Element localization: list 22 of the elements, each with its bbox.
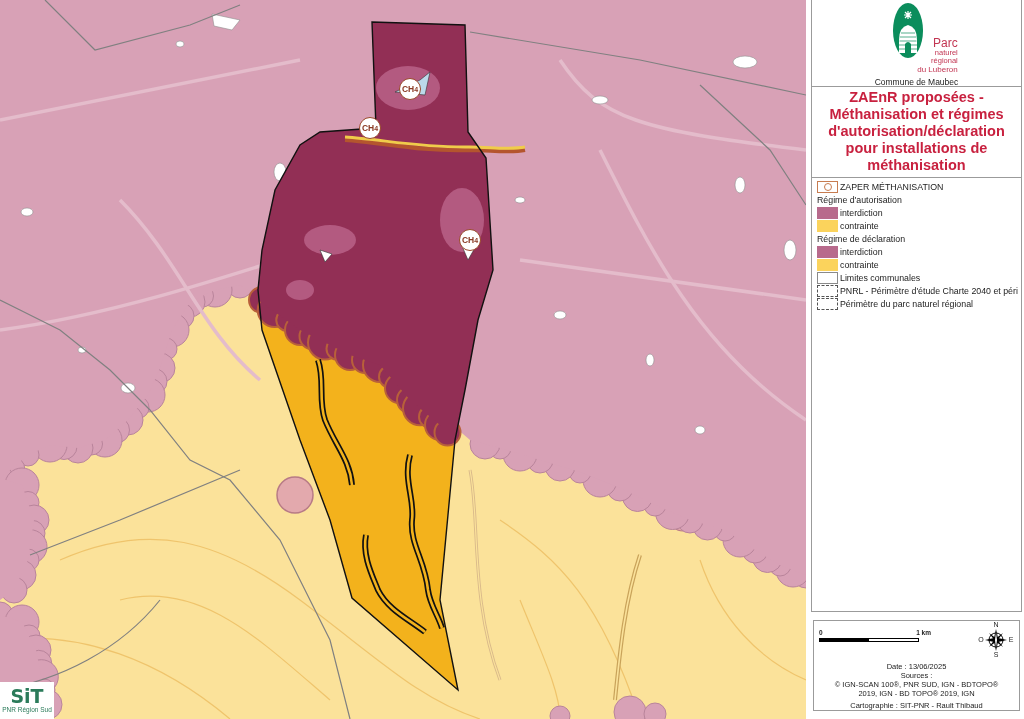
legend-heading: Régime de déclaration xyxy=(817,233,906,244)
legend-label: PNRL - Périmètre d'étude Charte 2040 et péri xyxy=(840,285,1018,296)
dashed-swatch-icon xyxy=(817,284,838,297)
legend-label: interdiction xyxy=(840,207,883,218)
dome-house-icon xyxy=(893,3,924,58)
outline-swatch-icon xyxy=(817,271,838,284)
scale-bar-icon xyxy=(819,638,919,642)
legend-label: contrainte xyxy=(840,259,879,270)
legend-label: Limites communales xyxy=(840,272,921,283)
commune-name: Commune de Maubec xyxy=(873,77,960,87)
logo-text: du Luberon xyxy=(917,65,958,74)
marker-symbol-icon xyxy=(817,180,838,193)
logo-text: SiT xyxy=(10,687,44,707)
legend-label: ZAPER MÉTHANISATION xyxy=(840,181,944,192)
map-title: ZAEnR proposées - Méthanisation et régimes d'autorisation/déclaration pour installations de méthanisation xyxy=(827,89,1006,174)
legend-heading: Régime d'autorisation xyxy=(817,194,902,205)
legend-label: Périmètre du parc naturel régional xyxy=(840,298,973,309)
logo-text: Parc xyxy=(933,37,958,49)
dashed-swatch-icon xyxy=(817,297,838,310)
legend-label: interdiction xyxy=(840,246,883,257)
compass-rose-icon xyxy=(985,629,1007,651)
legend-label: contrainte xyxy=(840,220,879,231)
